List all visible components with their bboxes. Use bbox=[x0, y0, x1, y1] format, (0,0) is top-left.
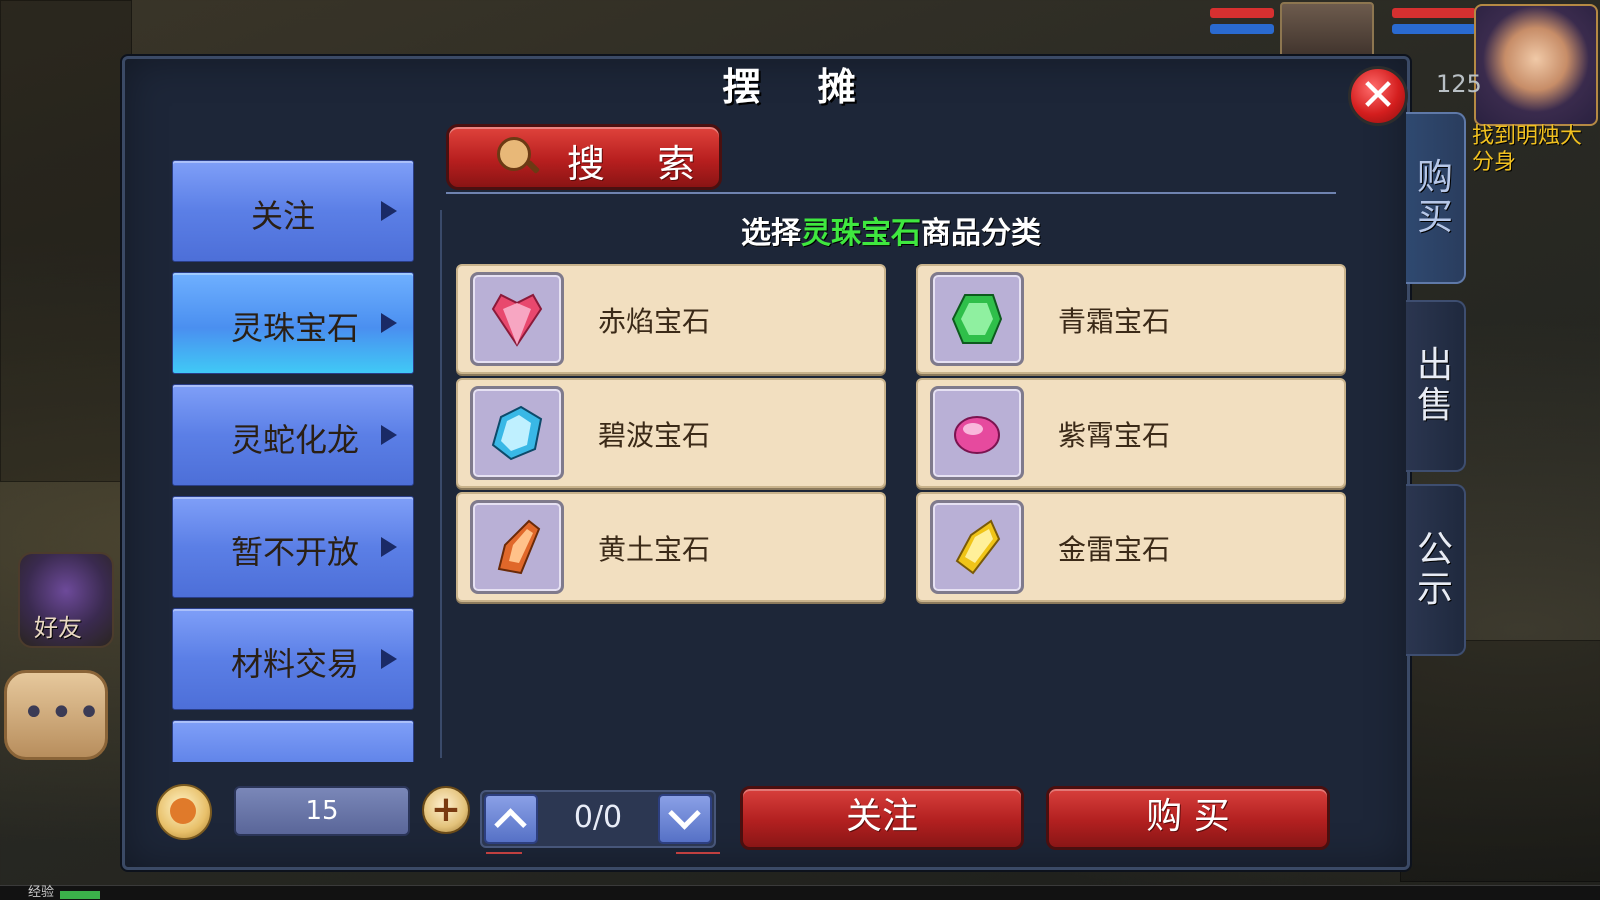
gem-slot bbox=[470, 272, 564, 366]
category-snake-dragon[interactable]: 灵蛇化龙 bbox=[172, 384, 414, 486]
arrow-right-icon bbox=[381, 201, 397, 221]
arrow-right-icon bbox=[381, 313, 397, 333]
pet-hp-bar bbox=[1210, 8, 1274, 18]
close-icon: ✕ bbox=[1359, 70, 1397, 121]
quest-tracker-text[interactable]: 找到明烛大 分身 bbox=[1472, 124, 1582, 176]
exp-label: 经验 bbox=[28, 885, 55, 900]
money-display: 15 bbox=[234, 786, 410, 836]
green-gem-icon bbox=[951, 294, 1003, 344]
page-up-button[interactable] bbox=[484, 794, 538, 844]
pager: 0/0 bbox=[480, 790, 716, 848]
search-label: 搜 索 bbox=[567, 142, 716, 186]
orange-gem-icon bbox=[497, 519, 541, 575]
gem-name: 碧波宝石 bbox=[598, 419, 711, 452]
category-label: 灵珠宝石 bbox=[230, 309, 359, 347]
panel-divider bbox=[440, 210, 442, 758]
gem-card-red[interactable]: 赤焰宝石 bbox=[456, 264, 886, 374]
heading-highlight: 灵珠宝石 bbox=[801, 216, 921, 251]
chevron-up-icon bbox=[494, 808, 527, 841]
blue-gem-icon bbox=[491, 405, 543, 461]
category-label: 暂不开放 bbox=[230, 533, 359, 571]
page-down-button[interactable] bbox=[658, 794, 712, 844]
pet-portrait[interactable] bbox=[1280, 2, 1374, 64]
category-follow[interactable]: 关注 bbox=[172, 160, 414, 262]
gem-name: 黄土宝石 bbox=[598, 533, 711, 566]
pink-gem-icon bbox=[954, 416, 1000, 454]
category-label: 关注 bbox=[250, 197, 315, 235]
yellow-gem-icon bbox=[955, 519, 1001, 575]
red-gem-icon bbox=[491, 293, 543, 347]
tab-label: 出 售 bbox=[1416, 345, 1453, 426]
tab-buy[interactable]: 购 买 bbox=[1406, 112, 1466, 284]
gem-card-orange[interactable]: 黄土宝石 bbox=[456, 492, 886, 602]
friend-label: 好友 bbox=[34, 614, 82, 642]
page-indicator: 0/0 bbox=[573, 800, 623, 835]
pager-accent bbox=[676, 852, 720, 854]
gem-slot bbox=[930, 272, 1024, 366]
coin-icon bbox=[156, 784, 212, 840]
category-list[interactable]: 关注 灵珠宝石 灵蛇化龙 暂不开放 材料交易 bbox=[172, 160, 414, 762]
buy-button[interactable]: 购 买 bbox=[1046, 786, 1330, 850]
gem-card-blue[interactable]: 碧波宝石 bbox=[456, 378, 886, 488]
exp-fill bbox=[60, 891, 100, 899]
chevron-down-icon bbox=[668, 797, 701, 830]
chat-icon: ••• bbox=[22, 690, 105, 736]
category-heading: 选择灵珠宝石商品分类 bbox=[446, 208, 1336, 252]
plus-icon: + bbox=[430, 789, 462, 830]
tab-sell[interactable]: 出 售 bbox=[1406, 300, 1466, 472]
follow-button[interactable]: 关注 bbox=[740, 786, 1024, 850]
gem-slot bbox=[470, 500, 564, 594]
gem-name: 赤焰宝石 bbox=[598, 305, 711, 338]
exp-bar bbox=[0, 885, 1600, 900]
category-spirit-gems[interactable]: 灵珠宝石 bbox=[172, 272, 414, 374]
gem-card-purple[interactable]: 紫霄宝石 bbox=[916, 378, 1346, 488]
category-more[interactable] bbox=[172, 720, 414, 762]
category-not-open[interactable]: 暂不开放 bbox=[172, 496, 414, 598]
tab-label: 购 买 bbox=[1416, 157, 1453, 238]
search-button[interactable]: 搜 索 bbox=[446, 124, 722, 190]
category-label: 材料交易 bbox=[230, 645, 359, 683]
gem-name: 金雷宝石 bbox=[1058, 533, 1171, 566]
gem-slot bbox=[930, 500, 1024, 594]
tab-label: 公 示 bbox=[1416, 529, 1453, 610]
arrow-right-icon bbox=[381, 649, 397, 669]
gem-slot bbox=[470, 386, 564, 480]
gem-slot bbox=[930, 386, 1024, 480]
search-icon bbox=[497, 137, 531, 171]
close-button[interactable]: ✕ bbox=[1348, 66, 1408, 126]
arrow-right-icon bbox=[381, 425, 397, 445]
category-label: 灵蛇化龙 bbox=[230, 421, 359, 459]
background-wall bbox=[1400, 640, 1600, 882]
heading-prefix: 选择 bbox=[741, 216, 801, 251]
category-materials[interactable]: 材料交易 bbox=[172, 608, 414, 710]
player-mp-bar bbox=[1392, 24, 1476, 34]
gem-name: 青霜宝石 bbox=[1058, 305, 1171, 338]
tab-notice[interactable]: 公 示 bbox=[1406, 484, 1466, 656]
player-hp-bar bbox=[1392, 8, 1476, 18]
gem-card-yellow[interactable]: 金雷宝石 bbox=[916, 492, 1346, 602]
pet-mp-bar bbox=[1210, 24, 1274, 34]
gem-name: 紫霄宝石 bbox=[1058, 419, 1171, 452]
arrow-right-icon bbox=[381, 537, 397, 557]
gem-card-green[interactable]: 青霜宝石 bbox=[916, 264, 1346, 374]
pager-accent bbox=[486, 852, 522, 854]
add-money-button[interactable]: + bbox=[422, 786, 470, 834]
heading-suffix: 商品分类 bbox=[921, 216, 1041, 251]
search-divider bbox=[446, 192, 1336, 194]
